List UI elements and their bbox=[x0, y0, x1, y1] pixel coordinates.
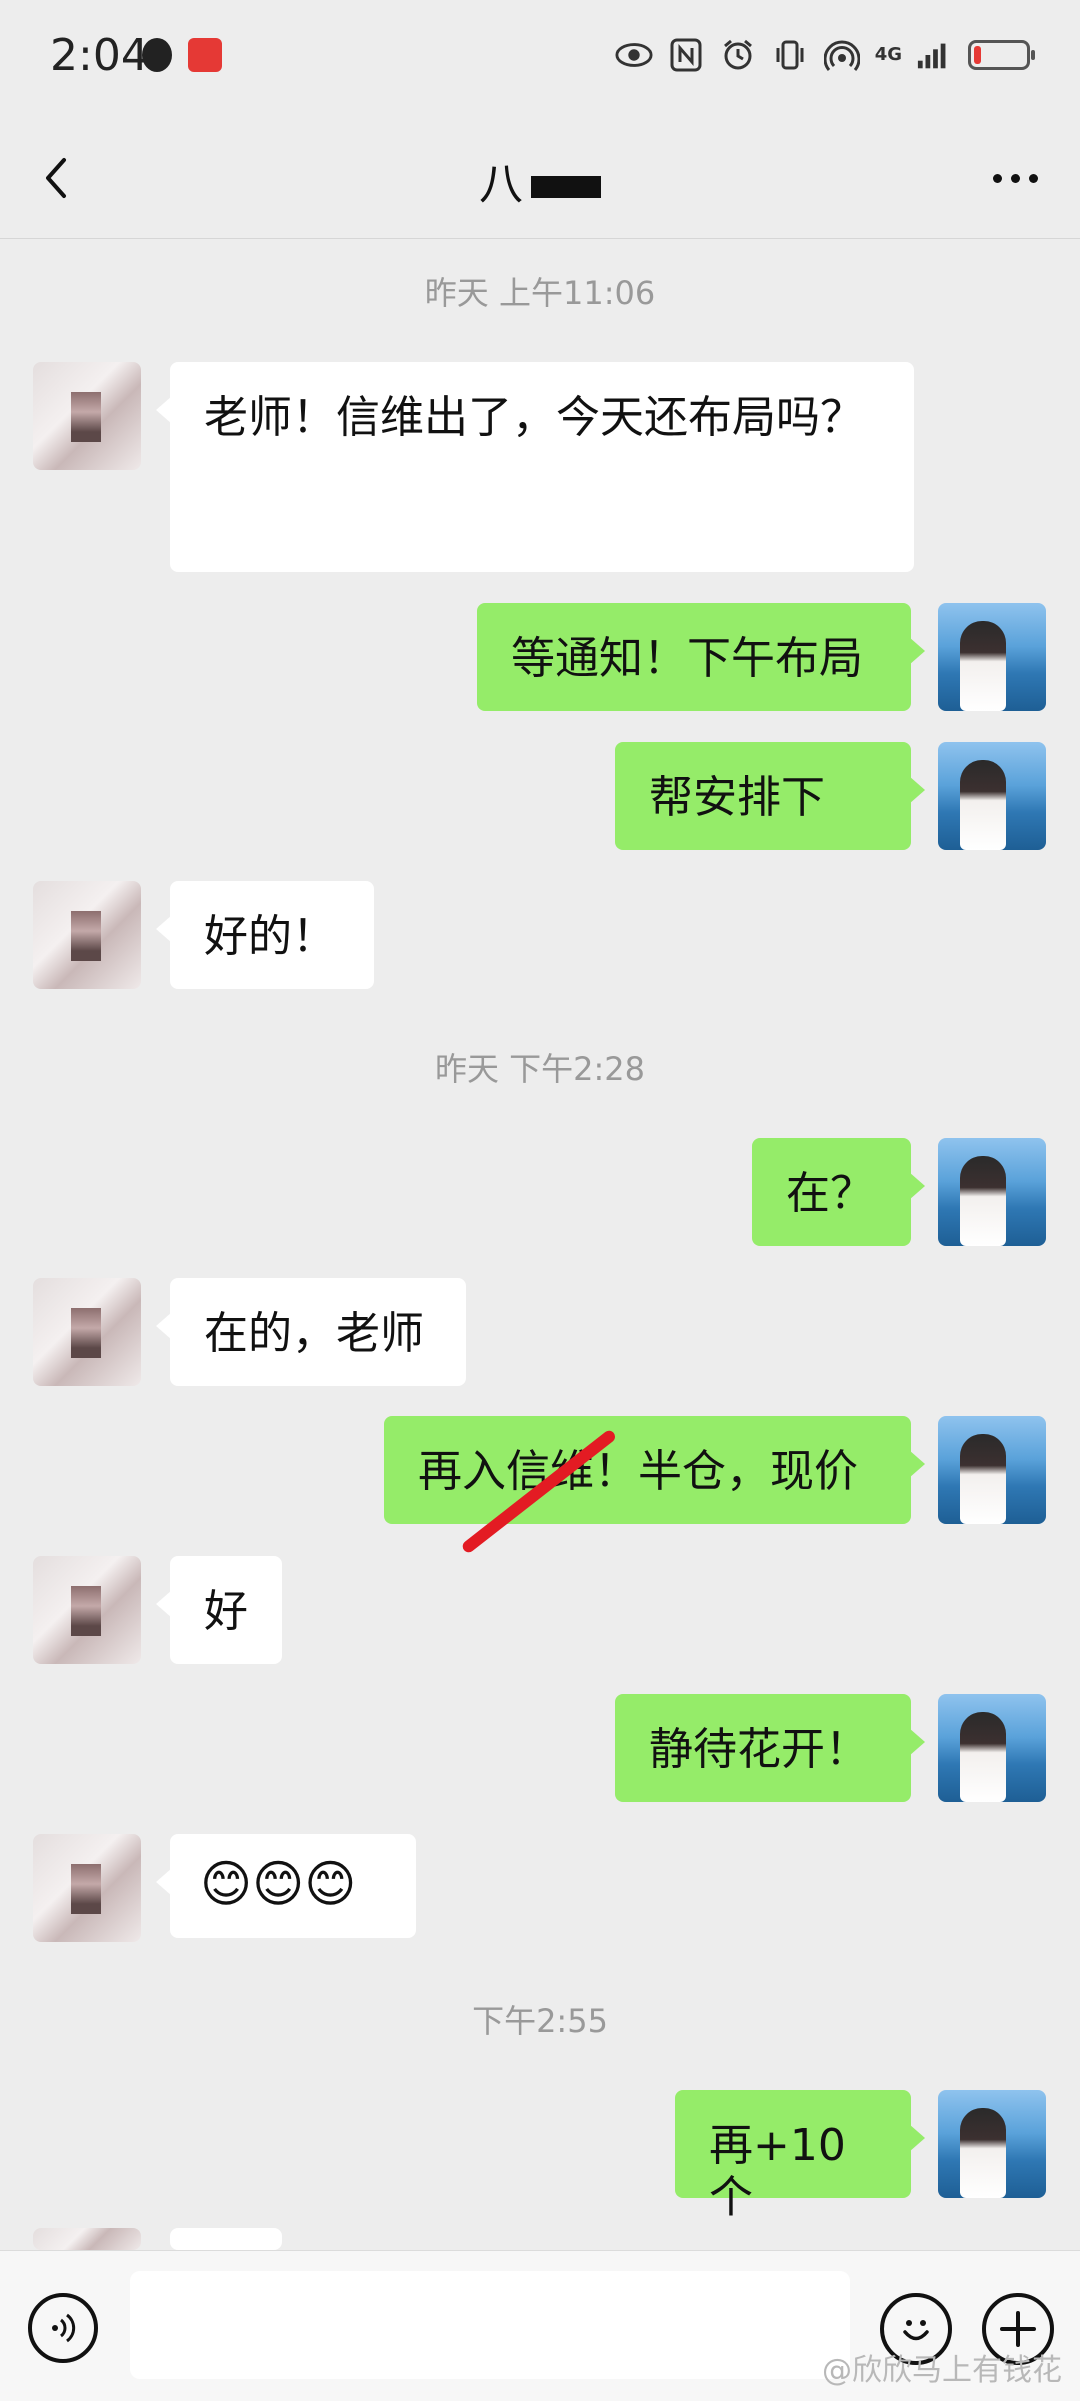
status-time: 2:04 bbox=[50, 30, 149, 81]
timestamp: 下午2:55 bbox=[472, 2002, 608, 2040]
voice-icon[interactable] bbox=[28, 2293, 98, 2363]
status-bar: 2:04 4G bbox=[0, 0, 1080, 118]
contact-avatar[interactable] bbox=[33, 2228, 141, 2250]
input-bar: @欣欣马上有钱花 bbox=[0, 2250, 1080, 2401]
self-avatar[interactable] bbox=[938, 2090, 1046, 2198]
outgoing-message[interactable]: 再+10个 bbox=[675, 2090, 925, 2223]
battery-level bbox=[974, 46, 981, 64]
contact-avatar[interactable] bbox=[33, 1556, 141, 1664]
outgoing-message[interactable]: 静待花开！ bbox=[615, 1694, 925, 1802]
self-avatar[interactable] bbox=[938, 1416, 1046, 1524]
contact-avatar[interactable] bbox=[33, 362, 141, 470]
hotspot-icon bbox=[823, 36, 861, 74]
self-avatar[interactable] bbox=[938, 742, 1046, 850]
timestamp: 昨天 上午11:06 bbox=[424, 274, 656, 312]
network-type: 4G bbox=[874, 44, 902, 65]
chat-title: 八 bbox=[0, 148, 1080, 212]
self-avatar[interactable] bbox=[938, 1138, 1046, 1246]
outgoing-message[interactable]: 帮安排下 bbox=[615, 742, 925, 850]
incoming-message[interactable]: 老师！信维出了，今天还布局吗？ bbox=[156, 362, 914, 572]
contact-avatar[interactable] bbox=[33, 1834, 141, 1942]
app-icon bbox=[188, 38, 222, 72]
contact-avatar[interactable] bbox=[33, 1278, 141, 1386]
signal-icon bbox=[916, 36, 954, 74]
nfc-icon bbox=[667, 36, 705, 74]
self-avatar[interactable] bbox=[938, 1694, 1046, 1802]
incoming-message-partial[interactable] bbox=[156, 2228, 282, 2290]
vibrate-icon bbox=[771, 36, 809, 74]
battery-icon bbox=[968, 40, 1035, 70]
redacted-mask bbox=[531, 176, 601, 198]
incoming-message[interactable]: 好的！ bbox=[156, 881, 374, 989]
outgoing-message[interactable]: 等通知！下午布局 bbox=[477, 603, 925, 711]
contact-avatar[interactable] bbox=[33, 881, 141, 989]
qq-icon bbox=[142, 38, 172, 72]
incoming-message[interactable]: 在的，老师 bbox=[156, 1278, 466, 1386]
alarm-icon bbox=[719, 36, 757, 74]
watermark: @欣欣马上有钱花 bbox=[822, 2353, 1062, 2388]
outgoing-message[interactable]: 再入信维！半仓，现价 bbox=[384, 1416, 925, 1524]
outgoing-message[interactable]: 在？ bbox=[752, 1138, 925, 1246]
status-icons: 4G bbox=[615, 30, 1035, 80]
incoming-message[interactable]: 😊😊😊 bbox=[156, 1834, 416, 1938]
self-avatar[interactable] bbox=[938, 603, 1046, 711]
message-input[interactable] bbox=[130, 2271, 850, 2379]
eye-icon bbox=[615, 36, 653, 74]
more-dots-icon[interactable] bbox=[980, 146, 1050, 210]
chat-header: 八 bbox=[0, 118, 1080, 239]
chat-title-text: 八 bbox=[479, 159, 523, 210]
timestamp: 昨天 下午2:28 bbox=[434, 1050, 646, 1088]
incoming-message[interactable]: 好 bbox=[156, 1556, 282, 1664]
